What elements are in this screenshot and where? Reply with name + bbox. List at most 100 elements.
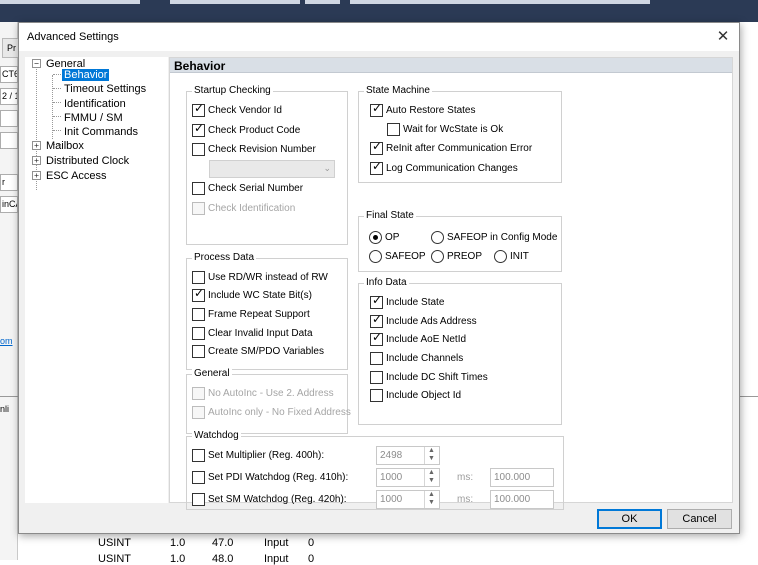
tree-line [53,130,61,131]
checkbox-box[interactable] [192,102,205,117]
tree-item-behavior[interactable]: Behavior [62,68,110,82]
tree-item-label: ESC Access [46,170,107,182]
final-state-group: Final State OP SAFEOP in Config Mode SAF… [358,209,562,272]
stepper-buttons[interactable]: ▲ ▼ [424,469,439,486]
pdi-ms-field[interactable]: 100.000 [490,468,554,487]
tree-item-init-commands[interactable]: Init Commands [64,125,138,139]
checkbox-box[interactable] [192,143,205,156]
checkbox-label: Auto Restore States [386,105,476,116]
checkbox-box[interactable] [192,122,205,137]
checkbox-label: Set Multiplier (Reg. 400h): [208,450,325,461]
checkbox-box[interactable] [370,313,383,328]
background-field[interactable]: CT6 [0,66,18,83]
stepper-value: 1000 [380,494,403,505]
radio-dot[interactable] [369,231,382,244]
checkbox-box[interactable] [192,406,205,419]
checkbox-box[interactable] [370,389,383,402]
cell-offset: 48.0 [212,553,234,565]
arrow-down-icon[interactable]: ▼ [428,477,435,485]
background-field[interactable]: r [0,174,18,191]
checkbox-box[interactable] [370,331,383,346]
checkbox-box[interactable] [192,345,205,358]
checkbox-box[interactable] [192,493,205,506]
radio-dot[interactable] [431,250,444,263]
checkbox-box[interactable] [192,327,205,340]
tree-item-label: Mailbox [46,140,84,152]
sm-ms-field[interactable]: 100.000 [490,490,554,509]
tree-item-identification[interactable]: Identification [64,97,126,111]
radio-label: INIT [510,251,529,262]
pdi-watchdog-stepper[interactable]: 1000 ▲ ▼ [376,468,440,487]
expand-icon[interactable]: + [32,171,41,180]
cell-direction: Input [264,537,289,549]
background-field[interactable]: inCA [0,196,18,213]
cell-type: USINT [98,537,131,549]
toolbar-strip [170,0,300,4]
background-field[interactable]: 2 / 1 [0,88,18,105]
checkbox-label: Include WC State Bit(s) [208,290,312,301]
checkbox-label: Use RD/WR instead of RW [208,272,328,283]
expand-icon[interactable]: + [32,156,41,165]
group-title: Process Data [192,251,257,265]
checkbox-label: Include Object Id [386,390,462,401]
checkbox-label: Include State [386,297,445,308]
revision-combo[interactable]: ⌄ [209,160,335,178]
sm-watchdog-stepper[interactable]: 1000 ▲ ▼ [376,490,440,509]
cell-direction: Input [264,553,289,565]
checkbox-box[interactable] [370,102,383,117]
ok-button[interactable]: OK [597,509,662,529]
tree-item-fmmu-sm[interactable]: FMMU / SM [64,111,123,125]
stepper-buttons[interactable]: ▲ ▼ [424,491,439,508]
checkbox-box[interactable] [387,123,400,136]
radio-label: PREOP [447,251,483,262]
checkbox-box[interactable] [370,140,383,155]
radio-dot[interactable] [431,231,444,244]
arrow-up-icon[interactable]: ▲ [428,491,435,499]
stepper-value: 1000 [380,472,403,483]
dialog-titlebar: Advanced Settings ✕ [19,23,739,51]
radio-dot[interactable] [369,250,382,263]
expand-icon[interactable]: + [32,141,41,150]
cancel-button[interactable]: Cancel [667,509,732,529]
checkbox-box[interactable] [192,202,205,215]
radio-label: OP [385,232,400,243]
tree-item-timeout-settings[interactable]: Timeout Settings [64,82,146,96]
stepper-buttons[interactable]: ▲ ▼ [424,447,439,464]
checkbox-box[interactable] [192,387,205,400]
checkbox-box[interactable] [192,182,205,195]
checkbox-box[interactable] [192,287,205,302]
checkbox-label: Create SM/PDO Variables [208,346,324,357]
checkbox-box[interactable] [370,294,383,309]
background-field[interactable] [0,132,18,149]
background-field[interactable] [0,110,18,127]
advanced-settings-dialog: Advanced Settings ✕ − General Behavior T… [18,22,740,534]
checkbox-label: Check Serial Number [208,183,304,194]
tree-line [53,74,61,75]
checkbox-box[interactable] [370,352,383,365]
cell-size: 1.0 [170,553,186,565]
arrow-down-icon[interactable]: ▼ [428,455,435,463]
close-icon[interactable]: ✕ [713,27,733,47]
checkbox-box[interactable] [192,271,205,284]
checkbox-box[interactable] [192,471,205,484]
checkbox-box[interactable] [370,160,383,175]
sm-unit-label: ms: [457,494,474,505]
checkbox-box[interactable] [192,449,205,462]
arrow-down-icon[interactable]: ▼ [428,499,435,507]
group-title: Startup Checking [192,84,273,98]
checkbox-label: Include DC Shift Times [386,372,488,383]
tree-line [53,116,61,117]
toolbar-strip [0,0,140,4]
toolbar-strip [305,0,340,4]
checkbox-label: Set SM Watchdog (Reg. 420h): [208,494,347,505]
arrow-up-icon[interactable]: ▲ [428,447,435,455]
checkbox-label: Include Channels [386,353,464,364]
arrow-up-icon[interactable]: ▲ [428,469,435,477]
checkbox-box[interactable] [192,308,205,321]
checkbox-box[interactable] [370,371,383,384]
background-link[interactable]: om [0,336,13,346]
checkbox-label: Wait for WcState is Ok [403,124,504,135]
radio-dot[interactable] [494,250,507,263]
collapse-icon[interactable]: − [32,59,41,68]
multiplier-stepper[interactable]: 2498 ▲ ▼ [376,446,440,465]
